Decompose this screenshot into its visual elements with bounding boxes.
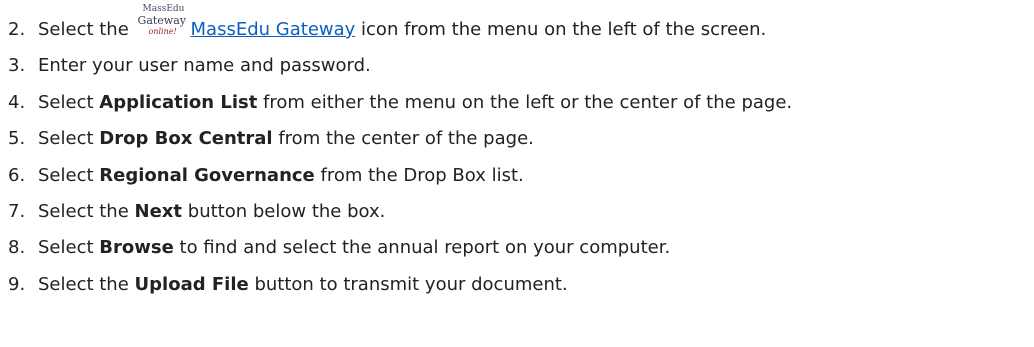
step-text: Select Browse to find and select the ann… — [38, 230, 670, 266]
step-text-after: from either the menu on the left or the … — [263, 91, 793, 113]
step-keyword: Upload File — [134, 273, 249, 295]
step-6: 6. Select Regional Governance from the D… — [0, 158, 1034, 194]
step-text-after: from the center of the page. — [278, 128, 534, 150]
step-text-before: Select the — [38, 19, 129, 40]
step-text-after: icon from the menu on the left of the sc… — [361, 19, 767, 40]
step-keyword: Application List — [99, 91, 258, 113]
step-text-after: to find and select the annual report on … — [179, 237, 671, 259]
step-7: 7. Select the Next button below the box. — [0, 194, 1034, 230]
logo-line-1: MassEdu — [142, 4, 185, 14]
step-number: 8. — [8, 237, 26, 259]
step-text: Select the MassEdu Gateway online! MassEdu … — [38, 5, 767, 48]
step-text: Select Drop Box Central from the center … — [38, 121, 534, 157]
step-keyword: Next — [134, 200, 183, 222]
step-keyword: Regional Governance — [99, 164, 315, 186]
step-2: 2. Select the MassEdu Gateway online! MassE… — [0, 5, 1034, 48]
step-number: 9. — [8, 273, 26, 295]
step-number: 5. — [8, 128, 26, 150]
step-text-after: button below the box. — [187, 200, 386, 222]
step-text: Select Regional Governance from the Drop… — [38, 158, 524, 194]
step-text-before: Select — [38, 91, 94, 113]
step-number: 7. — [8, 200, 26, 222]
step-text-before: Select the — [38, 200, 129, 222]
step-5: 5. Select Drop Box Central from the cent… — [0, 121, 1034, 157]
instruction-list: 2. Select the MassEdu Gateway online! MassE… — [0, 5, 1034, 303]
step-number: 6. — [8, 164, 26, 186]
logo-line-2: Gateway — [137, 14, 186, 27]
logo-line-3: online! — [148, 27, 177, 36]
step-text-before: Select — [38, 128, 94, 150]
step-text-before: Select — [38, 164, 94, 186]
step-keyword: Drop Box Central — [99, 128, 273, 150]
massedu-gateway-link[interactable]: MassEdu Gateway — [191, 19, 356, 40]
step-number: 4. — [8, 91, 26, 113]
step-text: Select the Upload File button to transmi… — [38, 267, 568, 303]
step-3: 3. Enter your user name and password. — [0, 48, 1034, 84]
step-text: Select Application List from either the … — [38, 85, 792, 121]
step-text-before: Select — [38, 237, 94, 259]
step-number: 2. — [8, 19, 26, 40]
step-8: 8. Select Browse to find and select the … — [0, 230, 1034, 266]
step-text-before: Select the — [38, 273, 129, 295]
step-text-after: button to transmit your document. — [254, 273, 568, 295]
step-number: 3. — [8, 55, 26, 77]
step-text: Select the Next button below the box. — [38, 194, 385, 230]
step-9: 9. Select the Upload File button to tran… — [0, 267, 1034, 303]
step-4: 4. Select Application List from either t… — [0, 85, 1034, 121]
massedu-gateway-logo-icon[interactable]: MassEdu Gateway online! — [137, 5, 186, 43]
step-text: Enter your user name and password. — [38, 55, 371, 77]
step-keyword: Browse — [99, 237, 174, 259]
step-text-after: from the Drop Box list. — [320, 164, 524, 186]
